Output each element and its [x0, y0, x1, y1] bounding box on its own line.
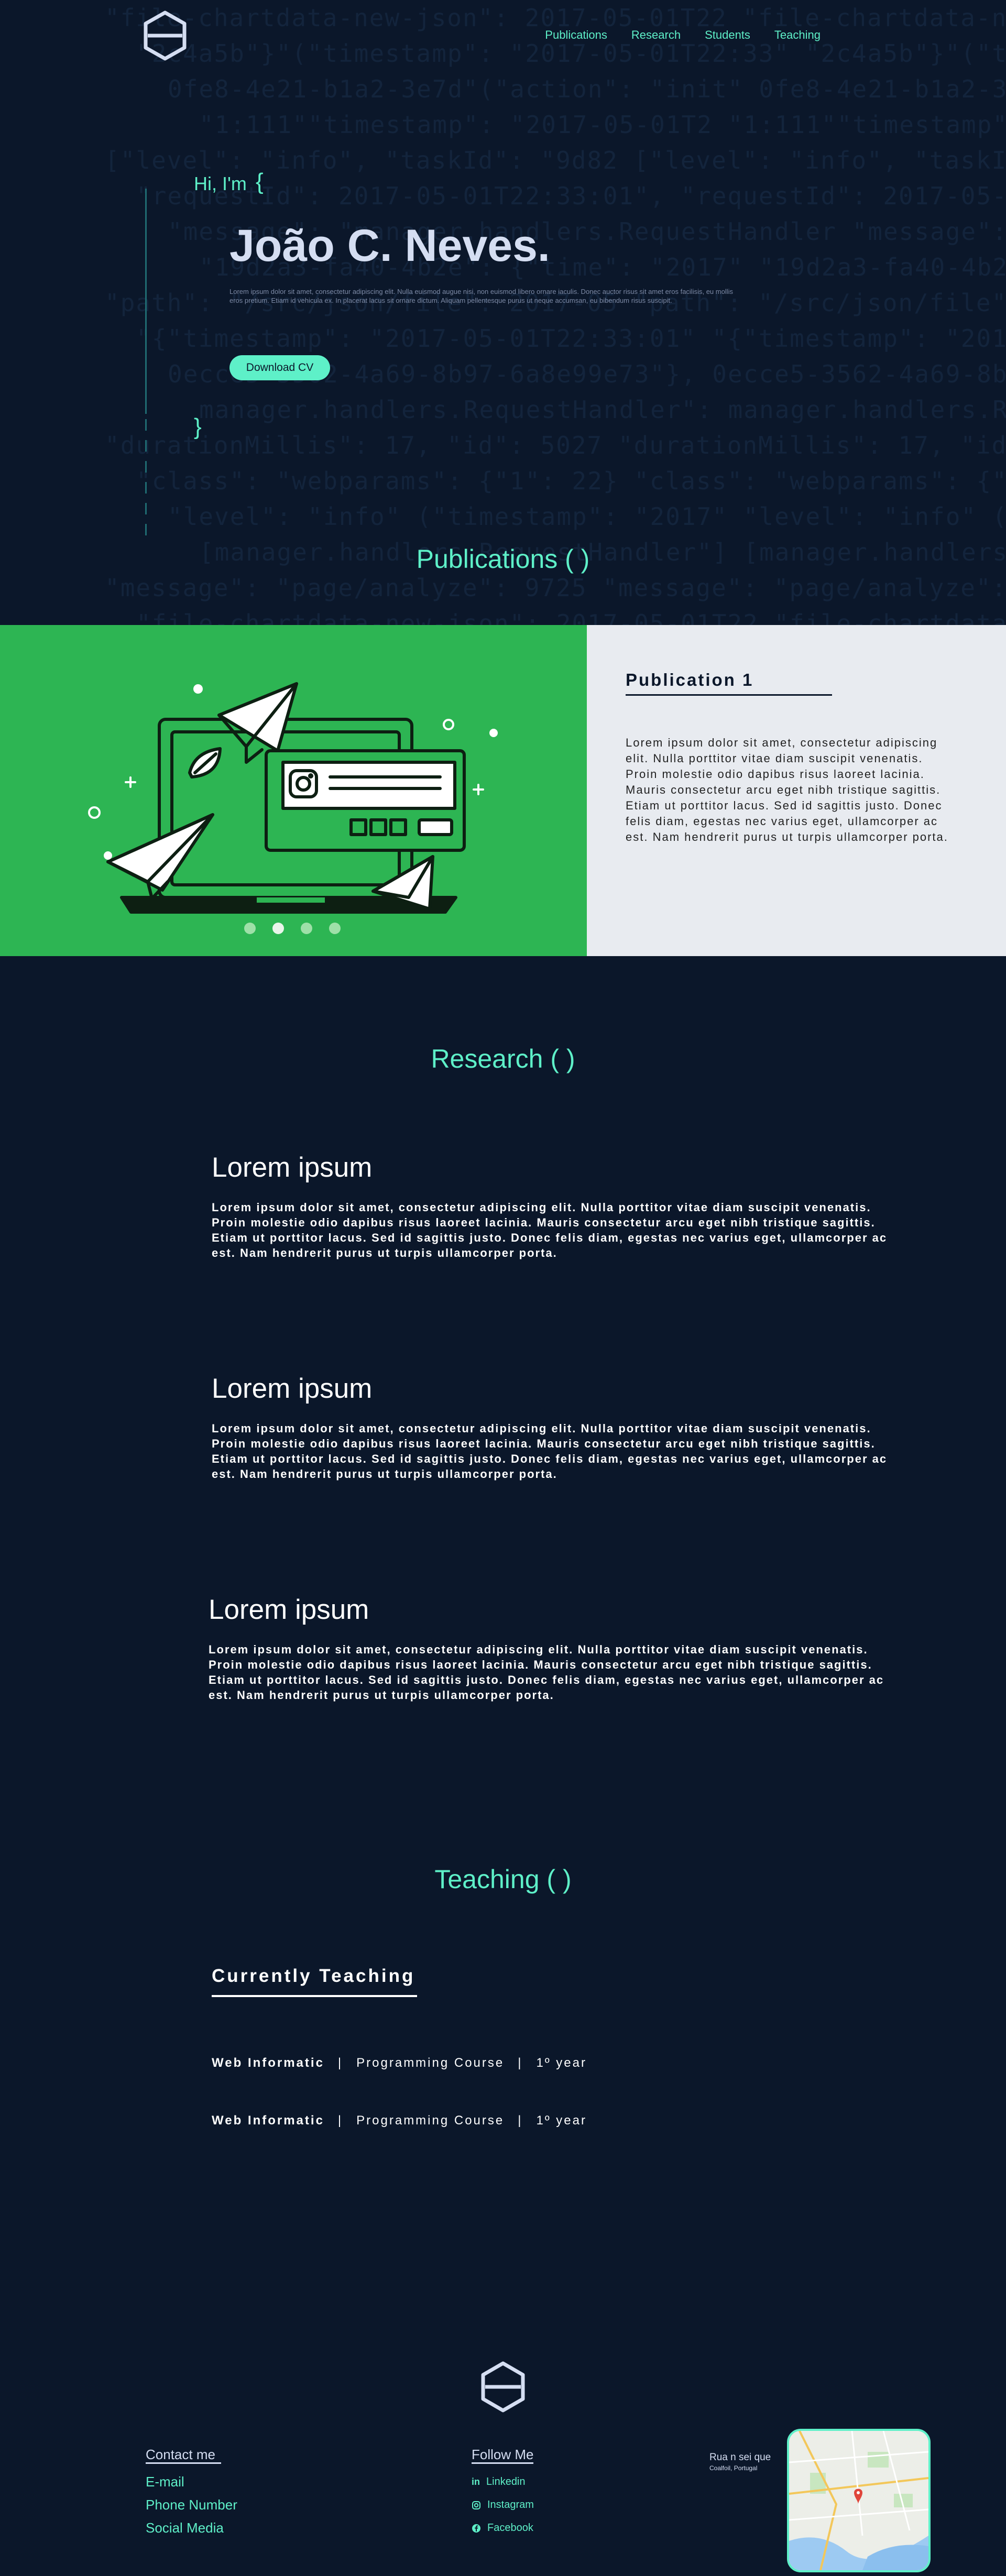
code-background-line: "file-chartdata-new-json": 2017-05-01T22…	[136, 609, 1006, 625]
code-background-line: "level": "info" ("timestamp": "2017" "le…	[168, 502, 1006, 531]
research-item-text-3: Lorem ipsum dolor sit amet, consectetur …	[209, 1643, 884, 1702]
facebook-icon	[472, 2524, 480, 2533]
research-item-text-1: Lorem ipsum dolor sit amet, consectetur …	[212, 1201, 888, 1259]
greeting: Hi, I'm	[194, 173, 247, 194]
code-background-line: "{"timestamp": "2017-05-01T22:33:01" "{"…	[136, 324, 1006, 353]
footer-hexagon-logo-icon[interactable]	[480, 2361, 526, 2413]
code-background: "file-chartdata-new-json": 2017-05-01T22…	[0, 0, 1006, 625]
publication-illustration-panel	[0, 625, 587, 956]
decorative-dashed-line	[145, 419, 147, 545]
decorative-line	[145, 189, 147, 414]
hero-section: "file-chartdata-new-json": 2017-05-01T22…	[0, 0, 1006, 625]
publication-detail-panel: Publication 1 Lorem ipsum dolor sit amet…	[587, 625, 1006, 956]
address-city: Coalfoil, Portugal	[709, 2464, 758, 2472]
follow-me-underline	[472, 2462, 533, 2464]
top-nav: Publications Research Students Teaching	[545, 28, 821, 42]
code-background-line: "requestId": 2017-05-01T22:33:01", "requ…	[136, 182, 1006, 210]
code-background-line: "message": "page/analyze": 9725 "message…	[105, 574, 1006, 602]
code-background-line: "class": "webparams": {"1": 22} "class":…	[136, 467, 1006, 495]
research-section-title: Research ( )	[431, 1044, 575, 1073]
paper-planes-laptop-illustration	[88, 682, 498, 914]
linkedin-link[interactable]: in Linkedin	[472, 2476, 526, 2488]
currently-teaching-heading: Currently Teaching	[212, 1966, 415, 1986]
hero-name: João C. Neves.	[229, 221, 550, 271]
address-street: Rua n sei que	[709, 2452, 771, 2463]
carousel-dot-4[interactable]	[329, 923, 341, 934]
carousel-dot-3[interactable]	[301, 923, 312, 934]
follow-me-title: Follow Me	[472, 2447, 534, 2462]
course-name: Web Informatic	[212, 2056, 324, 2070]
research-item-title-2: Lorem ipsum	[212, 1373, 373, 1404]
facebook-link[interactable]: Facebook	[472, 2522, 533, 2534]
hero-intro: Lorem ipsum dolor sit amet, consectetur …	[229, 288, 733, 304]
course-year: 1º year	[536, 2056, 587, 2070]
course-year: 1º year	[536, 2113, 587, 2128]
research-item-title-3: Lorem ipsum	[209, 1594, 369, 1625]
location-map[interactable]	[787, 2429, 931, 2572]
instagram-label: Instagram	[487, 2499, 534, 2511]
email-link[interactable]: E-mail	[146, 2474, 184, 2490]
course-row-1[interactable]: Web Informatic | Programming Course | 1º…	[212, 2056, 587, 2070]
nav-students[interactable]: Students	[705, 28, 750, 42]
course-row-2[interactable]: Web Informatic | Programming Course | 1º…	[212, 2113, 587, 2128]
code-background-line: 0fe8-4e21-b1a2-3e7d"("action": "init" 0f…	[168, 75, 1006, 103]
linkedin-label: Linkedin	[486, 2476, 526, 2487]
code-background-line: manager.handlers.RequestHandler": manage…	[199, 396, 1006, 424]
contact-me-title: Contact me	[146, 2447, 215, 2462]
publication-title-underline	[626, 694, 832, 696]
currently-teaching-underline	[212, 1995, 417, 1997]
linkedin-icon: in	[472, 2476, 480, 2487]
social-media-link[interactable]: Social Media	[146, 2520, 224, 2536]
hexagon-logo-icon[interactable]	[143, 10, 188, 61]
instagram-link[interactable]: Instagram	[472, 2499, 534, 2511]
brace-open: {	[256, 169, 264, 194]
download-cv-button[interactable]: Download CV	[229, 355, 330, 380]
course-type: Programming Course	[356, 2113, 505, 2128]
carousel-dots	[244, 923, 341, 934]
code-background-line: "durationMillis": 17, "id": 5027 "durati…	[105, 431, 1006, 459]
code-background-line: "1:111""timestamp": "2017-05-01T2 "1:111…	[199, 111, 1006, 139]
separator: |	[518, 2056, 523, 2070]
phone-link[interactable]: Phone Number	[146, 2497, 237, 2513]
carousel-dot-2[interactable]	[272, 923, 284, 934]
research-item-text-2: Lorem ipsum dolor sit amet, consectetur …	[212, 1422, 888, 1481]
separator: |	[518, 2113, 523, 2128]
separator: |	[337, 2056, 343, 2070]
instagram-icon	[472, 2501, 480, 2509]
publication-title[interactable]: Publication 1	[626, 670, 753, 690]
brace-close: }	[194, 414, 202, 440]
facebook-label: Facebook	[487, 2522, 533, 2534]
nav-publications[interactable]: Publications	[545, 28, 607, 42]
contact-me-underline	[146, 2462, 221, 2464]
research-item-title-1: Lorem ipsum	[212, 1152, 373, 1183]
map-image	[789, 2431, 928, 2570]
nav-teaching[interactable]: Teaching	[774, 28, 821, 42]
publication-description: Lorem ipsum dolor sit amet, consectetur …	[626, 736, 948, 843]
teaching-section-title: Teaching ( )	[434, 1865, 572, 1894]
nav-research[interactable]: Research	[631, 28, 681, 42]
separator: |	[337, 2113, 343, 2128]
course-name: Web Informatic	[212, 2113, 324, 2128]
course-type: Programming Course	[356, 2056, 505, 2070]
publications-section-title: Publications ( )	[416, 544, 590, 574]
carousel-dot-1[interactable]	[244, 923, 256, 934]
